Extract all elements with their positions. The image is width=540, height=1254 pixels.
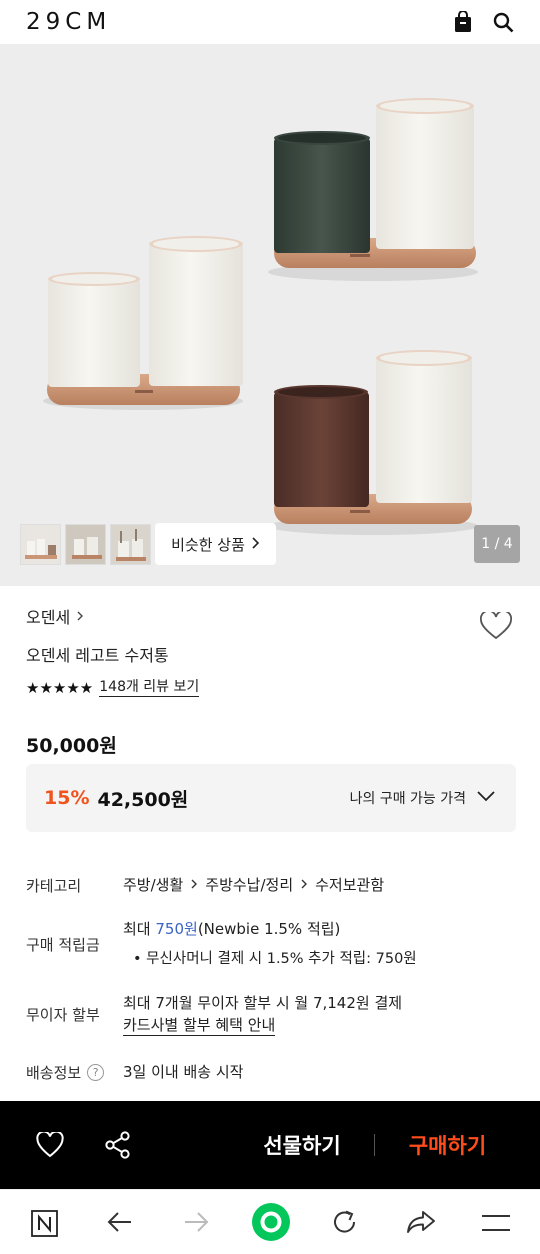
points-prefix: 최대 [123, 920, 156, 938]
points-value: 최대 750원(Newbie 1.5% 적립) • 무신사머니 결제 시 1.5… [123, 918, 516, 970]
wishlist-heart-icon[interactable] [479, 609, 513, 644]
shopping-bag-icon[interactable] [453, 11, 473, 33]
heart-icon[interactable] [36, 1130, 64, 1162]
discount-percent: 15% [44, 787, 90, 809]
naver-n-icon[interactable] [31, 1210, 58, 1241]
thumbnail-strip [20, 524, 151, 565]
set-cream-cream [43, 236, 243, 410]
points-suffix: (Newbie 1.5% 적립) [197, 920, 341, 938]
rating-row: ★★★★★ 148개 리뷰 보기 [26, 679, 516, 697]
chevron-right-icon [76, 607, 84, 626]
bullet-dot: • [133, 951, 142, 967]
site-logo[interactable]: 29CM [26, 9, 111, 35]
points-bullet: • 무신사머니 결제 시 1.5% 추가 적립: 750원 [123, 948, 516, 970]
product-name: 오덴세 레고트 수저통 [26, 646, 169, 665]
shipping-row: 배송정보 ? 3일 이내 배송 시작 [26, 1061, 516, 1083]
category-label: 카테고리 [26, 876, 82, 895]
shipping-label-wrap: 배송정보 ? [26, 1061, 123, 1083]
menu-icon[interactable] [481, 1214, 511, 1236]
set-green-cream [268, 98, 478, 281]
gift-button[interactable]: 선물하기 [230, 1101, 374, 1189]
sale-price-box[interactable]: 15% 42,500원 나의 구매 가능 가격 [26, 764, 516, 832]
image-counter: 1 / 4 [474, 525, 520, 563]
thumbnail-2[interactable] [65, 524, 106, 565]
similar-products-label: 비슷한 상품 [171, 535, 245, 554]
purchase-action-bar: 선물하기 구매하기 [0, 1101, 540, 1189]
forward-arrow-icon[interactable] [183, 1211, 209, 1237]
installment-text: 최대 7개월 무이자 할부 시 월 7,142원 결제 [123, 994, 403, 1012]
installment-benefit-link[interactable]: 카드사별 할부 혜택 안내 [123, 1015, 276, 1036]
rating-stars: ★★★★★ [26, 679, 94, 697]
category-level-3[interactable]: 수저보관함 [315, 874, 384, 896]
installment-label: 무이자 할부 [26, 1005, 100, 1024]
top-header: 29CM [0, 0, 540, 44]
category-level-1[interactable]: 주방/생활 [123, 874, 183, 896]
share-arrow-icon[interactable] [406, 1209, 436, 1239]
review-link[interactable]: 148개 리뷰 보기 [99, 679, 200, 697]
search-icon[interactable] [493, 12, 514, 33]
category-row: 카테고리 주방/생활 주방수납/정리 수저보관함 [26, 874, 516, 896]
help-icon[interactable]: ? [87, 1063, 105, 1081]
chevron-right-icon [190, 874, 198, 896]
installment-row: 무이자 할부 최대 7개월 무이자 할부 시 월 7,142원 결제 카드사별 … [26, 992, 516, 1036]
my-price-label: 나의 구매 가능 가격 [349, 791, 466, 807]
points-amount: 750원 [155, 920, 198, 938]
chevron-right-icon [251, 535, 260, 553]
original-price: 50,000원 [26, 735, 117, 757]
set-brown-cream [268, 350, 478, 535]
my-price-toggle[interactable]: 나의 구매 가능 가격 [350, 788, 496, 808]
brand-name: 오덴세 [26, 608, 71, 627]
buy-button[interactable]: 구매하기 [375, 1101, 520, 1189]
brand-link[interactable]: 오덴세 [26, 604, 516, 628]
sale-price: 42,500원 [97, 788, 189, 811]
points-label: 구매 적립금 [26, 935, 100, 954]
back-arrow-icon[interactable] [107, 1211, 133, 1237]
thumbnail-1[interactable] [20, 524, 61, 565]
refresh-icon[interactable] [331, 1208, 359, 1240]
home-circle-icon[interactable] [251, 1202, 291, 1246]
shipping-label: 배송정보 [26, 1063, 82, 1082]
product-info: 오덴세 오덴세 레고트 수저통 ★★★★★ 148개 리뷰 보기 50,000원 [26, 604, 516, 758]
points-bullet-text: 무신사머니 결제 시 1.5% 추가 적립: 750원 [146, 951, 417, 967]
thumbnail-3[interactable] [110, 524, 151, 565]
similar-products-button[interactable]: 비슷한 상품 [155, 523, 276, 565]
browser-navigation-bar [0, 1189, 540, 1254]
chevron-right-icon [300, 874, 308, 896]
category-breadcrumb: 주방/생활 주방수납/정리 수저보관함 [123, 874, 516, 896]
shipping-text: 3일 이내 배송 시작 [123, 1063, 244, 1081]
share-icon[interactable] [104, 1131, 132, 1163]
category-level-2[interactable]: 주방수납/정리 [205, 874, 293, 896]
product-photo [43, 98, 478, 535]
product-image-carousel[interactable]: 비슷한 상품 1 / 4 [0, 44, 540, 586]
product-page: 29CM 비슷한 상품 1 / 4 오덴세 오덴세 레고트 수저통 ★★★★★ … [0, 0, 540, 1254]
points-row: 구매 적립금 최대 750원(Newbie 1.5% 적립) • 무신사머니 결… [26, 918, 516, 970]
chevron-down-icon [476, 790, 496, 806]
